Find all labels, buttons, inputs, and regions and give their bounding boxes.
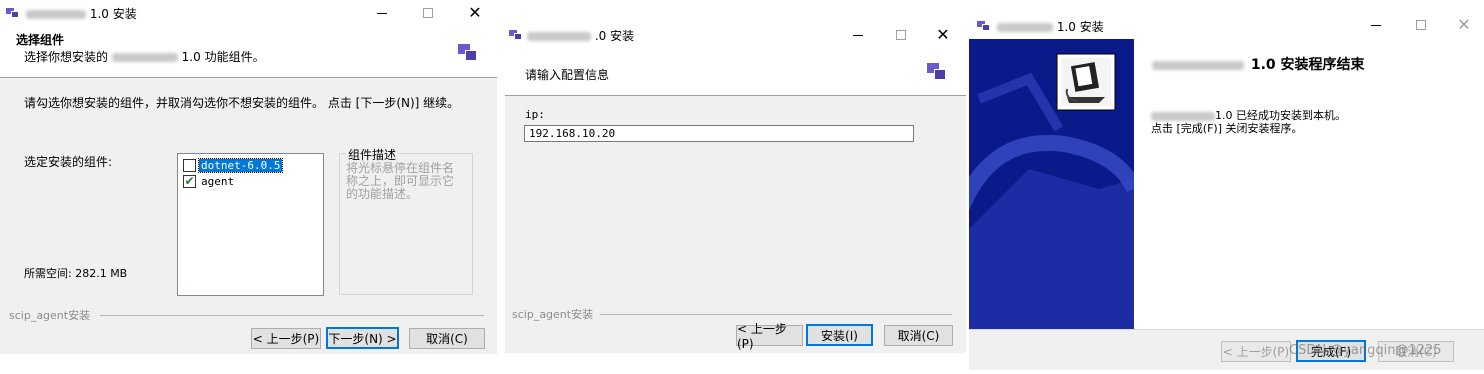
installer-window-components: 1.0 安装 ✕ 选择组件 选择你想安装的 1.0 功能组件。 请勾选你想安装的… bbox=[0, 0, 497, 354]
brand-label: scip_agent安装 bbox=[512, 308, 594, 321]
page-header: 请输入配置信息 bbox=[505, 49, 966, 96]
minimize-button[interactable] bbox=[362, 0, 402, 26]
back-button: < 上一步(P) bbox=[1221, 341, 1291, 362]
finish-line-2: 点击 [完成(F)] 关闭安装程序。 bbox=[1151, 122, 1303, 135]
description-text: 将光标悬停在组件名称之上，即可显示它的功能描述。 bbox=[346, 161, 455, 201]
minimize-icon bbox=[853, 34, 863, 36]
divider bbox=[100, 315, 484, 316]
title-bar[interactable]: 1.0 安装 ✕ bbox=[0, 0, 497, 26]
components-list[interactable]: dotnet-6.0.5 ✔ agent bbox=[177, 153, 324, 296]
page-title: 选择组件 bbox=[16, 33, 65, 47]
component-description-group: 组件描述 将光标悬停在组件名称之上，即可显示它的功能描述。 bbox=[339, 146, 473, 295]
minimize-icon bbox=[1371, 24, 1381, 26]
installer-window-config: .0 安装 ✕ 请输入配置信息 ip: 192.168.10.20 scip_a… bbox=[505, 20, 966, 353]
component-label-agent: agent bbox=[201, 174, 235, 188]
welcome-banner bbox=[969, 39, 1134, 329]
app-icon bbox=[977, 20, 991, 32]
checkbox-dotnet[interactable] bbox=[183, 158, 196, 172]
maximize-icon bbox=[1416, 20, 1426, 30]
component-label-dotnet: dotnet-6.0.5 bbox=[197, 157, 284, 173]
checkbox-agent[interactable]: ✔ bbox=[183, 174, 196, 188]
installer-window-finish: 1.0 安装 ✕ 1.0 安装程序结束 1.0 已经成功安装到本机。 点击 [完… bbox=[969, 12, 1484, 370]
banner-graphic bbox=[969, 39, 1134, 329]
cancel-button[interactable]: 取消(C) bbox=[884, 325, 953, 346]
next-button[interactable]: 下一步(N) > bbox=[326, 327, 399, 349]
installer-logo-icon bbox=[458, 44, 478, 62]
check-icon: ✔ bbox=[184, 174, 195, 188]
list-item[interactable]: ✔ agent bbox=[183, 173, 234, 189]
page-header: 选择组件 选择你想安装的 1.0 功能组件。 bbox=[0, 26, 497, 78]
brand-label: scip_agent安装 bbox=[9, 309, 91, 322]
list-item[interactable]: dotnet-6.0.5 bbox=[183, 157, 284, 173]
maximize-button bbox=[408, 0, 448, 26]
divider bbox=[600, 314, 952, 315]
close-button[interactable]: ✕ bbox=[923, 22, 963, 48]
maximize-button bbox=[1401, 12, 1441, 38]
cancel-button[interactable]: 取消(C) bbox=[409, 328, 485, 349]
close-button[interactable]: ✕ bbox=[455, 0, 495, 26]
back-button[interactable]: < 上一步(P) bbox=[736, 322, 803, 351]
close-button[interactable]: ✕ bbox=[1444, 12, 1484, 38]
close-icon: ✕ bbox=[936, 25, 950, 44]
ip-input[interactable]: 192.168.10.20 bbox=[524, 125, 914, 142]
back-button[interactable]: < 上一步(P) bbox=[251, 328, 321, 349]
app-icon bbox=[509, 29, 523, 41]
app-icon bbox=[6, 7, 20, 19]
maximize-icon bbox=[423, 8, 433, 18]
select-components-label: 选定安装的组件: bbox=[24, 155, 113, 169]
minimize-button[interactable] bbox=[1356, 12, 1396, 38]
minimize-button[interactable] bbox=[838, 22, 878, 48]
title-bar[interactable]: .0 安装 ✕ bbox=[505, 20, 966, 49]
maximize-icon bbox=[896, 30, 906, 40]
page-subtitle: 选择你想安装的 1.0 功能组件。 bbox=[24, 50, 265, 64]
installer-logo-icon bbox=[927, 63, 947, 81]
close-icon: ✕ bbox=[1457, 15, 1471, 34]
minimize-icon bbox=[377, 12, 387, 14]
window-title: 1.0 安装 bbox=[26, 5, 137, 22]
title-bar[interactable]: 1.0 安装 ✕ bbox=[969, 12, 1484, 39]
maximize-button bbox=[881, 22, 921, 48]
space-required: 所需空间: 282.1 MB bbox=[24, 267, 128, 280]
install-button[interactable]: 安装(I) bbox=[806, 324, 873, 346]
ip-label: ip: bbox=[525, 108, 545, 121]
window-title: .0 安装 bbox=[527, 27, 634, 44]
page-title: 请输入配置信息 bbox=[525, 68, 610, 82]
finish-title: 1.0 安装程序结束 bbox=[1152, 54, 1365, 74]
watermark: CSDN @yangqin@1225 bbox=[1289, 343, 1442, 358]
window-title: 1.0 安装 bbox=[997, 18, 1104, 35]
close-icon: ✕ bbox=[468, 3, 482, 22]
instruction-text: 请勾选你想安装的组件，并取消勾选你不想安装的组件。 点击 [下一步(N)] 继续… bbox=[24, 96, 460, 110]
